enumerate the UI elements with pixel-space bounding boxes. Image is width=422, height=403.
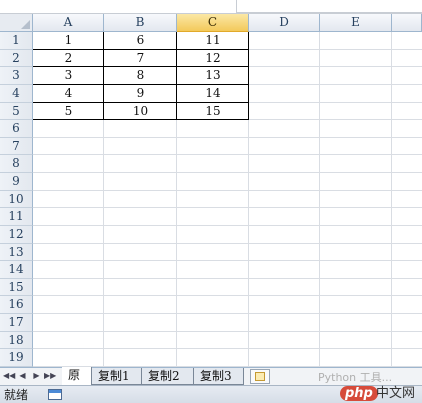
cell-b2[interactable]: 7 <box>104 50 177 67</box>
row-header-14[interactable]: 14 <box>0 261 33 279</box>
column-header-a[interactable]: A <box>33 14 104 32</box>
cell-b1[interactable]: 6 <box>104 32 177 49</box>
select-all-corner[interactable] <box>0 14 33 32</box>
cell-grid[interactable]: 1 6 11 2 7 12 3 8 13 4 9 14 5 10 15 <box>33 32 422 367</box>
grid-row-line <box>33 330 422 332</box>
row-header-16[interactable]: 16 <box>0 296 33 315</box>
row-header-4[interactable]: 4 <box>0 84 33 103</box>
tab-sheet-original[interactable]: 原 <box>62 367 92 385</box>
prev-sheet-button[interactable]: ◀ <box>17 370 28 382</box>
row-header-5[interactable]: 5 <box>0 102 33 121</box>
row-header-17[interactable]: 17 <box>0 314 33 332</box>
grid-row-line <box>33 136 422 138</box>
first-sheet-button[interactable]: ◀◀ <box>3 370 15 382</box>
grid-row-line <box>33 207 422 209</box>
cell-b5[interactable]: 10 <box>104 103 177 120</box>
grid-column-line <box>391 32 392 367</box>
cell-c3[interactable]: 13 <box>177 67 249 84</box>
formula-input[interactable] <box>236 0 422 13</box>
status-ready-text: 就绪 <box>4 388 29 402</box>
insert-worksheet-button[interactable] <box>250 369 270 384</box>
cell-c2[interactable]: 12 <box>177 50 249 67</box>
row-header-12[interactable]: 12 <box>0 225 33 244</box>
row-header-3[interactable]: 3 <box>0 67 33 85</box>
row-header-19[interactable]: 19 <box>0 349 33 367</box>
grid-row-line <box>33 348 422 350</box>
row-header-9[interactable]: 9 <box>0 173 33 191</box>
next-sheet-button[interactable]: ▶ <box>31 370 42 382</box>
watermark-site-name: 中文网 <box>376 386 416 401</box>
cell-b3[interactable]: 8 <box>104 67 177 84</box>
grid-column-line <box>319 32 320 367</box>
grid-row-line <box>33 313 422 315</box>
watermark-logo: php <box>340 386 378 401</box>
row-header-1[interactable]: 1 <box>0 32 33 50</box>
grid-row-line <box>33 295 422 297</box>
row-header-2[interactable]: 2 <box>0 49 33 68</box>
cell-a1[interactable]: 1 <box>33 32 104 49</box>
last-sheet-button[interactable]: ▶▶ <box>44 370 56 382</box>
normal-view-icon[interactable] <box>48 389 62 400</box>
row-header-10[interactable]: 10 <box>0 190 33 209</box>
grid-row-line <box>33 260 422 262</box>
grid-row-line <box>33 277 422 279</box>
column-header-c[interactable]: C <box>177 14 249 32</box>
grid-row-line <box>33 172 422 174</box>
row-header-15[interactable]: 15 <box>0 278 33 297</box>
column-header-f[interactable] <box>392 14 422 32</box>
tab-sheet-copy-2[interactable]: 复制2 <box>142 368 194 385</box>
cell-c1[interactable]: 11 <box>177 32 249 49</box>
row-header-18[interactable]: 18 <box>0 331 33 350</box>
grid-row-line <box>33 189 422 191</box>
cell-a3[interactable]: 3 <box>33 67 104 84</box>
row-header-13[interactable]: 13 <box>0 243 33 262</box>
watermark-overlay-text: Python 工具... <box>318 371 393 384</box>
cell-c5[interactable]: 15 <box>177 103 249 120</box>
spreadsheet-window: ABCDE 1 2 3 4 5 6 7 8 9 10 11 12 13 14 15 16 17 18 19 1 6 11… <box>0 0 422 403</box>
insert-worksheet-icon <box>255 372 265 381</box>
grid-row-line <box>33 224 422 226</box>
row-header-8[interactable]: 8 <box>0 155 33 174</box>
tab-sheet-copy-3[interactable]: 复制3 <box>194 368 244 385</box>
grid-row-line <box>33 154 422 156</box>
column-header-b[interactable]: B <box>104 14 177 32</box>
cell-a4[interactable]: 4 <box>33 85 104 102</box>
column-header-d[interactable]: D <box>249 14 320 32</box>
row-header-7[interactable]: 7 <box>0 137 33 156</box>
row-header-6[interactable]: 6 <box>0 120 33 138</box>
cell-a5[interactable]: 5 <box>33 103 104 120</box>
tab-sheet-copy-1[interactable]: 复制1 <box>92 368 142 385</box>
cell-a2[interactable]: 2 <box>33 50 104 67</box>
row-header-11[interactable]: 11 <box>0 208 33 226</box>
cell-c4[interactable]: 14 <box>177 85 249 102</box>
formula-bar <box>0 0 422 14</box>
grid-row-line <box>33 242 422 244</box>
column-header-e[interactable]: E <box>320 14 392 32</box>
cell-b4[interactable]: 9 <box>104 85 177 102</box>
